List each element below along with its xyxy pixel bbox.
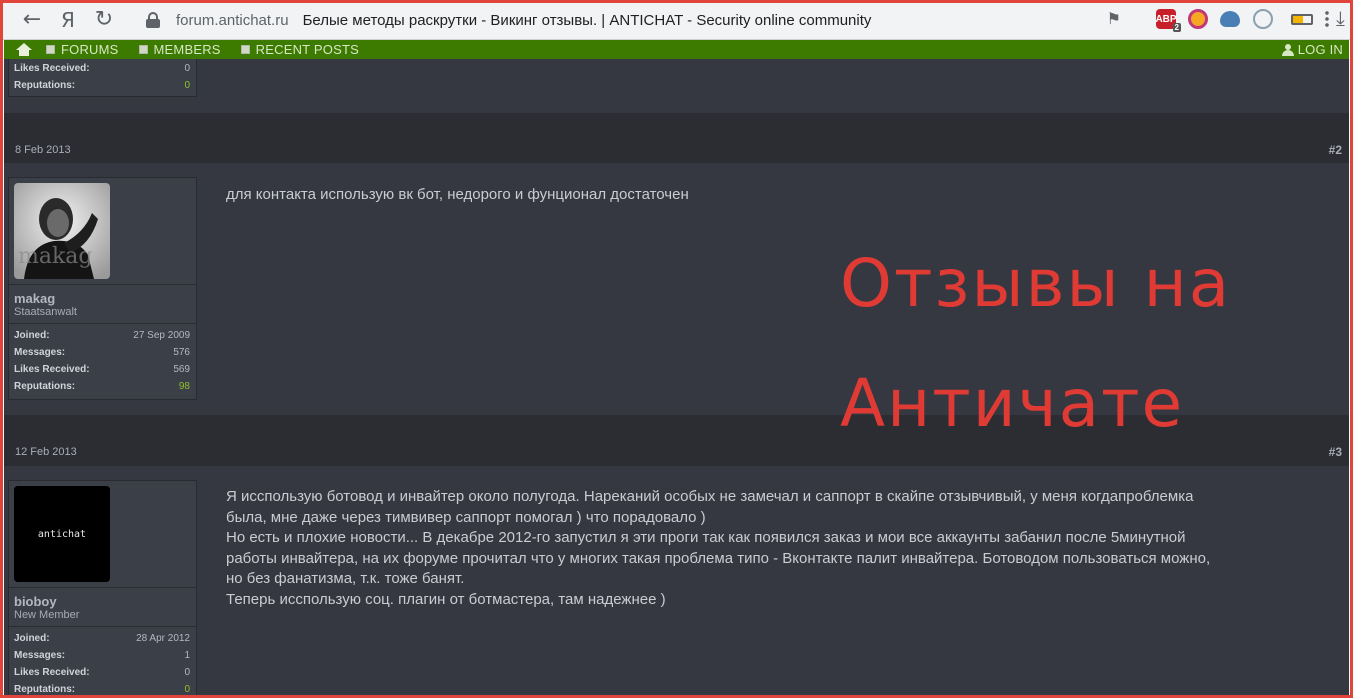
stat-value: 1 <box>184 650 190 661</box>
nav-recent-posts[interactable]: RECENT POSTS <box>240 42 359 57</box>
stat-row: Messages: 1 <box>14 650 190 665</box>
stat-label: Reputations: <box>14 80 76 91</box>
userinfo-panel: antichat bioboy New Member Joined: 28 Ap… <box>8 480 197 698</box>
prev-userinfo: Likes Received: 0 Reputations: 0 <box>8 59 197 97</box>
stat-label: Likes Received: <box>14 364 90 375</box>
browser-toolbar: ← Я ↻ forum.antichat.ru Белые методы рас… <box>0 0 1353 40</box>
stat-value: 98 <box>178 381 190 392</box>
avatar[interactable]: antichat <box>14 486 110 582</box>
user-title: Staatsanwalt <box>14 306 77 318</box>
post-permalink[interactable]: #3 <box>1329 445 1342 459</box>
url-domain: forum.antichat.ru <box>176 11 289 29</box>
stat-value: 0 <box>184 667 190 678</box>
stat-row: Likes Received: 0 <box>14 667 190 682</box>
avatar-antichat-logo: antichat <box>14 486 110 582</box>
post-message: Я исспользую ботовод и инвайтер около по… <box>226 487 1210 610</box>
stat-label: Reputations: <box>14 684 76 695</box>
stat-value: 27 Sep 2009 <box>133 330 190 341</box>
post-date: 12 Feb 2013 <box>15 446 77 458</box>
nav-members-label: MEMBERS <box>153 42 221 57</box>
cloud-extension-icon[interactable] <box>1220 11 1240 27</box>
stat-label: Messages: <box>14 650 66 661</box>
stat-value: 569 <box>173 364 190 375</box>
message-line: работы инвайтера, на их форуме прочитал … <box>226 549 1211 567</box>
stat-label: Joined: <box>14 330 50 341</box>
yandex-icon[interactable]: Я <box>50 2 86 38</box>
page-title: Белые методы раскрутки - Викинг отзывы. … <box>302 11 872 29</box>
nav-forums-label: FORUMS <box>61 42 119 57</box>
post-message: для контакта использую вк бот, недорого … <box>226 185 689 206</box>
username[interactable]: makag <box>14 291 55 306</box>
reload-icon[interactable]: ↻ <box>86 2 122 38</box>
user-title: New Member <box>14 609 80 621</box>
divider <box>9 587 196 588</box>
lock-icon <box>146 12 160 28</box>
overlay-line-2: Античате <box>840 365 1185 442</box>
login-label: LOG IN <box>1297 42 1343 57</box>
message-line: Но есть и плохие новости... В декабре 20… <box>226 529 1186 546</box>
avatar[interactable]: makag <box>14 183 110 279</box>
post-permalink[interactable]: #2 <box>1329 143 1342 157</box>
username[interactable]: bioboy <box>14 594 57 609</box>
circle-extension-icon[interactable] <box>1253 9 1273 29</box>
instagram-extension-icon[interactable] <box>1188 9 1208 29</box>
stat-label: Reputations: <box>14 381 76 392</box>
nav-forums[interactable]: FORUMS <box>46 42 119 57</box>
stat-value: 28 Apr 2012 <box>136 633 190 644</box>
user-icon <box>1281 43 1294 56</box>
post-date: 8 Feb 2013 <box>15 144 71 156</box>
stat-value: 576 <box>173 347 190 358</box>
stat-row: Likes Received: 569 <box>14 364 190 379</box>
nav-recent-posts-label: RECENT POSTS <box>255 42 359 57</box>
stat-label: Joined: <box>14 633 50 644</box>
stat-row: Joined: 27 Sep 2009 <box>14 330 190 345</box>
thread-content: Likes Received: 0 Reputations: 0 8 Feb 2… <box>4 59 1349 698</box>
post-body: antichat bioboy New Member Joined: 28 Ap… <box>4 466 1349 698</box>
home-icon[interactable] <box>16 43 32 56</box>
antichat-logo-text: antichat <box>38 529 86 540</box>
square-icon <box>138 45 148 54</box>
message-line: была, мне даже через тимвивер саппорт по… <box>226 508 706 526</box>
menu-dots-icon[interactable] <box>1325 10 1329 28</box>
divider <box>9 284 196 285</box>
adblock-extension-icon[interactable]: ABP 2 <box>1155 9 1181 32</box>
stat-label: Likes Received: <box>14 63 90 74</box>
overlay-line-1: Отзывы на <box>840 245 1232 322</box>
stat-value: 0 <box>184 63 190 74</box>
avatar-makag-image: makag <box>14 183 110 279</box>
stat-row: Messages: 576 <box>14 347 190 362</box>
message-line: Я исспользую ботовод и инвайтер около по… <box>226 488 1194 505</box>
back-arrow-icon[interactable]: ← <box>14 2 50 38</box>
stat-row: Reputations: 98 <box>14 381 190 396</box>
message-line: для контакта использую вк бот, недорого … <box>226 186 689 203</box>
stat-row: Reputations: 0 <box>14 684 190 698</box>
square-icon <box>46 45 55 54</box>
message-line: Теперь исспользую соц. плагин от ботмаст… <box>226 590 666 608</box>
login-link[interactable]: LOG IN <box>1281 40 1343 59</box>
nav-members[interactable]: MEMBERS <box>138 42 221 57</box>
divider <box>9 626 196 627</box>
message-line: но без фанатизма, т.к. тоже банят. <box>226 570 465 587</box>
adblock-count: 2 <box>1172 23 1181 32</box>
stat-label: Messages: <box>14 347 66 358</box>
prev-post-body: Likes Received: 0 Reputations: 0 <box>4 59 1349 113</box>
stat-row: Reputations: 0 <box>14 80 190 95</box>
userinfo-panel: makag makag Staatsanwalt Joined: 27 Sep … <box>8 177 197 400</box>
battery-extension-icon[interactable] <box>1291 14 1313 25</box>
stat-row: Joined: 28 Apr 2012 <box>14 633 190 648</box>
stat-row: Likes Received: 0 <box>14 63 190 78</box>
divider <box>9 323 196 324</box>
site-navigation: FORUMS MEMBERS RECENT POSTS LOG IN <box>4 40 1349 59</box>
stat-label: Likes Received: <box>14 667 90 678</box>
stat-value: 0 <box>184 684 190 695</box>
stat-value: 0 <box>184 80 190 91</box>
square-icon <box>240 45 250 54</box>
address-bar[interactable]: forum.antichat.ru Белые методы раскрутки… <box>140 5 1133 35</box>
download-icon[interactable]: ⤓ <box>1336 6 1353 32</box>
overlay-caption: Отзывы на Античате <box>840 224 1231 464</box>
post-header: 8 Feb 2013 #2 <box>4 113 1349 163</box>
avatar-watermark: makag <box>18 244 93 269</box>
bookmark-icon[interactable]: ⚑ <box>1107 9 1121 28</box>
